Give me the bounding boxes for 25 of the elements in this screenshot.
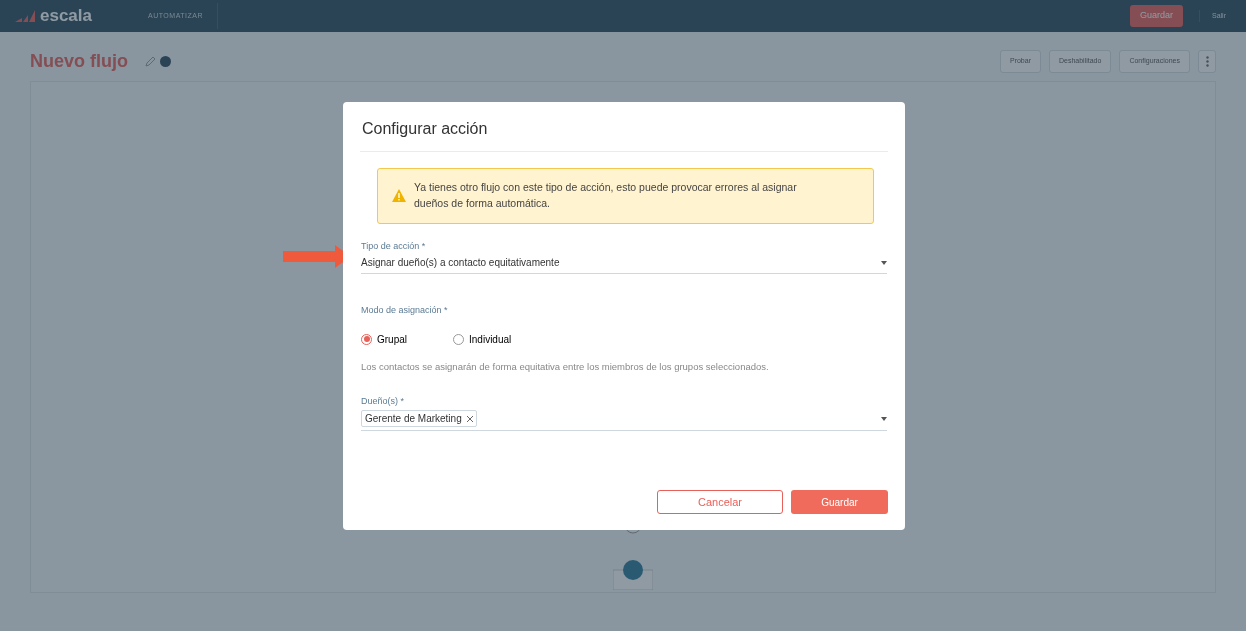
close-icon[interactable] (466, 415, 473, 422)
field-label: Modo de asignación * (361, 304, 449, 317)
field-label: Tipo de acción * (361, 239, 427, 253)
logo-icon (14, 9, 36, 23)
owners-select[interactable]: Gerente de Marketing (361, 408, 887, 432)
radio-option[interactable]: Grupal (361, 331, 407, 347)
page-title: Nuevo flujo (30, 50, 128, 73)
caret-icon (881, 416, 887, 421)
pencil-icon[interactable] (144, 55, 156, 68)
field-label: Dueño(s) * (361, 394, 406, 408)
warning-icon (392, 189, 406, 203)
owner-tag: Gerente de Marketing (361, 410, 477, 428)
save-button[interactable]: Guardar (791, 490, 888, 514)
info-icon[interactable] (160, 56, 171, 67)
caret-icon (881, 260, 887, 265)
warning-text: Ya tienes otro flujo con este tipo de acción, esto puede provocar errores al asignar dueños de forma automática. (414, 180, 798, 211)
more-icon[interactable] (1198, 50, 1216, 73)
radio-option[interactable]: Individual (453, 331, 512, 347)
modal-title: Configurar acción (360, 102, 888, 152)
action-type-select[interactable]: Asignar dueño(s) a contacto equitativamente (361, 253, 887, 274)
help-text: Los contactos se asignarán de forma equitativa entre los miembros de los grupos seleccionados. (361, 359, 770, 374)
save-button[interactable]: Guardar (1129, 5, 1183, 27)
step-node-drawing[interactable] (613, 560, 653, 590)
cancel-button[interactable]: Cancelar (657, 490, 783, 514)
logo-text: escala (40, 5, 92, 28)
